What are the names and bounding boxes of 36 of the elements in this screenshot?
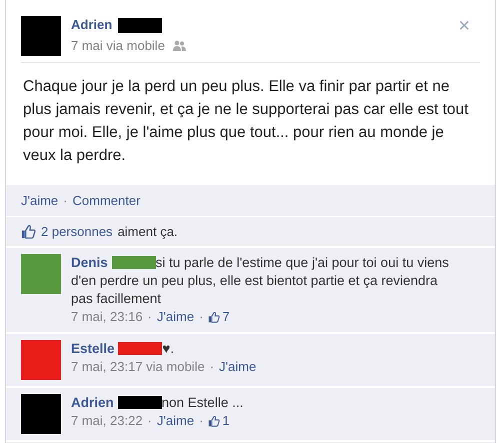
like-link[interactable]: J'aime <box>156 308 194 326</box>
author-name[interactable]: Adrien <box>71 16 112 34</box>
comment-text: Denis si tu parle de l'estime que j'ai pour toi oui tu viens d'en perdre un peu plus, elle est bientot partie et ça reviendra pas facillement <box>71 254 450 308</box>
comment-text: Adrien non Estelle ... <box>71 394 244 412</box>
comment-time: 7 mai, 23:16 <box>71 308 143 326</box>
commenter-name[interactable]: Estelle <box>71 341 115 356</box>
thumbs-up-icon <box>208 311 220 323</box>
post-meta: 7 mai via mobile <box>71 37 165 55</box>
like-count[interactable]: 1 <box>222 412 230 430</box>
commenter-name[interactable]: Adrien <box>71 395 114 410</box>
thumbs-up-icon <box>208 415 220 427</box>
separator-dot: · <box>199 412 204 430</box>
action-link[interactable]: Commenter <box>72 190 140 210</box>
redaction-bar <box>118 396 162 409</box>
redaction-bar <box>118 18 162 32</box>
action-link[interactable]: J'aime <box>21 190 58 210</box>
separator-dot: · <box>199 308 204 326</box>
separator-dot: · <box>210 358 214 376</box>
redaction-bar <box>112 256 156 269</box>
like-count[interactable]: 7 <box>222 308 230 326</box>
like-link[interactable]: J'aime <box>156 412 194 430</box>
commenter-name[interactable]: Denis <box>71 255 108 270</box>
avatar <box>21 16 61 56</box>
redaction-bar <box>118 342 162 355</box>
friends-icon <box>172 40 186 52</box>
separator-dot: · <box>148 308 152 326</box>
like-link[interactable]: J'aime <box>219 358 256 376</box>
likes-link[interactable]: 2 personnes <box>41 222 113 242</box>
comment-time: 7 mai, 23:17 via mobile <box>71 358 205 376</box>
comment-time: 7 mai, 23:22 <box>71 412 143 430</box>
comment-text: Estelle ♥. <box>71 340 176 358</box>
likes-text: aiment ça. <box>118 222 178 241</box>
separator-dot: · <box>148 412 152 430</box>
separator-dot: · <box>63 192 68 210</box>
post-text: Chaque jour je la perd un peu plus. Elle va finir par partir et ne plus jamais revenir, et ça je ne le supporterai pas car elle est tout pour moi. Elle, je l'aime plus que tout... pour rien au monde je veux la perdre. <box>22 77 470 166</box>
thumbs-up-icon <box>21 224 36 239</box>
